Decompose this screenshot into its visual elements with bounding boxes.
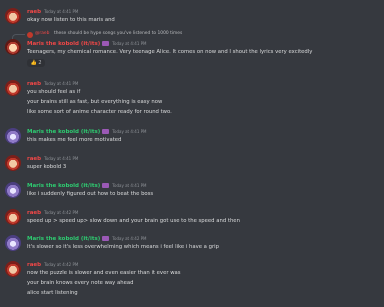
timestamp: Today at 4:41 PM: [44, 81, 79, 86]
message-text: like some sort of anime character ready …: [27, 109, 172, 115]
message-text: It's slower so it's less overwhelming wh…: [27, 244, 219, 250]
reply-avatar: [27, 32, 33, 38]
avatar[interactable]: [5, 182, 21, 198]
avatar[interactable]: [5, 128, 21, 144]
author-name[interactable]: Maris the kobold (it/its) Today at 4:41 P…: [27, 40, 147, 48]
message-text: your brains still as fast, but everythin…: [27, 99, 163, 105]
author-name[interactable]: Maris the kobold (it/its) Today at 4:41 P…: [27, 182, 147, 190]
avatar[interactable]: [5, 261, 21, 277]
avatar[interactable]: [5, 155, 21, 171]
avatar[interactable]: [5, 80, 21, 96]
role-badge-icon: [102, 183, 110, 188]
role-badge-icon: [102, 236, 110, 241]
timestamp: Today at 4:42 PM: [44, 210, 79, 215]
timestamp: Today at 4:41 PM: [112, 183, 147, 188]
thumbs-up-icon: 👍: [30, 60, 37, 66]
author-name[interactable]: raeb Today at 4:41 PM: [27, 8, 78, 16]
timestamp: Today at 4:41 PM: [112, 129, 147, 134]
avatar[interactable]: [5, 8, 21, 24]
timestamp: Today at 4:42 PM: [112, 236, 147, 241]
timestamp: Today at 4:41 PM: [112, 41, 147, 46]
timestamp: Today at 4:42 PM: [44, 262, 79, 267]
reply-text[interactable]: these should be hype songs you've listen…: [54, 31, 182, 36]
reply-author[interactable]: @raeb: [35, 31, 49, 36]
message-text: okay now listen to this maris and: [27, 17, 115, 23]
chat-message-list: raeb Today at 4:41 PM okay now listen to …: [0, 0, 384, 307]
message-text: super kobold 3: [27, 164, 67, 170]
message-text: you should feel as if: [27, 89, 81, 95]
author-name[interactable]: raeb Today at 4:42 PM: [27, 261, 78, 269]
message-text: now the puzzle is slower and even easier…: [27, 270, 181, 276]
message-text: your brain knows every note way ahead: [27, 280, 134, 286]
role-badge-icon: [102, 129, 110, 134]
author-name[interactable]: raeb Today at 4:42 PM: [27, 209, 78, 217]
avatar[interactable]: [5, 235, 21, 251]
timestamp: Today at 4:41 PM: [44, 156, 79, 161]
reaction-pill[interactable]: 👍 2: [27, 59, 45, 67]
avatar[interactable]: [5, 39, 21, 55]
message-text: alice start listening: [27, 290, 78, 296]
message-text: like i suddenly figured out how to beat …: [27, 191, 154, 197]
role-badge-icon: [102, 41, 110, 46]
author-name[interactable]: Maris the kobold (it/its) Today at 4:41 P…: [27, 128, 147, 136]
author-name[interactable]: Maris the kobold (it/its) Today at 4:42 P…: [27, 235, 147, 243]
message-text: Teenagers, my chemical romance. Very tee…: [27, 49, 313, 55]
author-name[interactable]: raeb Today at 4:41 PM: [27, 80, 78, 88]
message-text: speed up > speed up> slow down and your …: [27, 218, 240, 224]
avatar[interactable]: [5, 209, 21, 225]
timestamp: Today at 4:41 PM: [44, 9, 79, 14]
author-name[interactable]: raeb Today at 4:41 PM: [27, 155, 78, 163]
message-text: this makes me feel more motivated: [27, 137, 122, 143]
reaction-count: 2: [38, 60, 42, 66]
